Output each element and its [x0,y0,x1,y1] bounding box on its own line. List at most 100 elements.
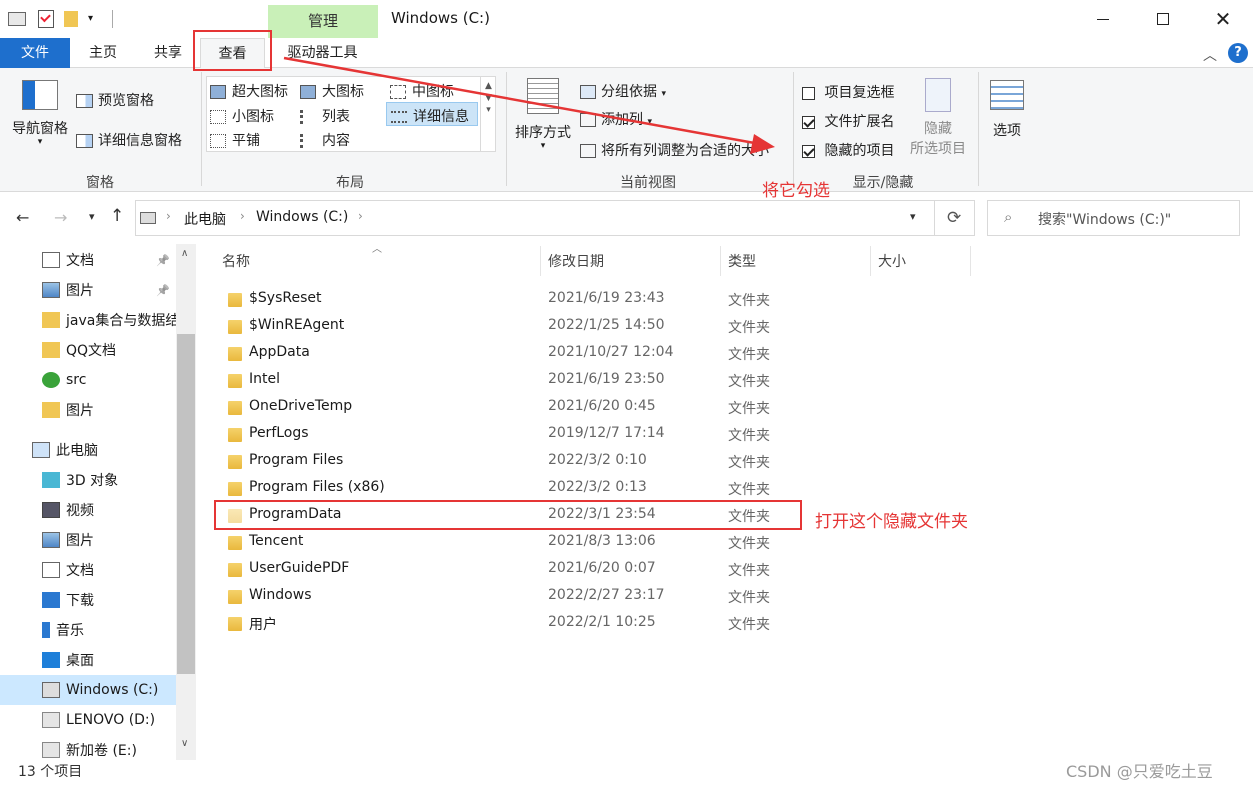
separator [112,10,113,28]
forward-button[interactable]: → [54,208,67,227]
new-folder-icon[interactable] [64,11,78,27]
nav-scrollbar-thumb[interactable] [177,334,195,674]
breadcrumb-this-pc[interactable]: 此电脑 [184,209,226,229]
nav-documents-pinned[interactable]: 文档 📌 [0,245,176,275]
nav-pictures-pc[interactable]: 图片 [0,525,176,555]
tab-home[interactable]: 主页 [78,38,128,68]
minimize-button[interactable] [1073,0,1133,38]
file-type: 文件夹 [728,617,770,633]
column-header-size[interactable]: 大小 [878,252,906,278]
table-row[interactable]: PerfLogs 2019/12/7 17:14 文件夹 [218,421,978,448]
file-modified: 2022/3/2 0:13 [548,479,647,495]
folder-icon [228,347,242,361]
preview-pane-button[interactable]: 预览窗格 [76,90,154,110]
close-icon: ✕ [1214,7,1232,31]
column-header-name[interactable]: 名称 [222,252,250,278]
back-button[interactable]: ← [16,208,29,227]
file-name: Tencent [249,533,304,549]
tab-share[interactable]: 共享 [143,38,193,68]
hide-selected-button[interactable]: 隐藏 所选项目 [906,78,970,158]
nav-pane-button[interactable]: 导航窗格 ▾ [10,76,70,147]
file-modified: 2022/2/1 10:25 [548,614,656,630]
group-label-panes: 窗格 [86,175,114,191]
file-modified: 2021/10/27 12:04 [548,344,674,360]
nav-3d-objects[interactable]: 3D 对象 [0,465,176,495]
table-row[interactable]: Program Files (x86) 2022/3/2 0:13 文件夹 [218,475,978,502]
table-row[interactable]: Intel 2021/6/19 23:50 文件夹 [218,367,978,394]
file-extensions-checkbox[interactable] [802,115,815,129]
search-input[interactable]: 搜索"Windows (C:)" [1038,209,1171,229]
table-row[interactable]: OneDriveTemp 2021/6/20 0:45 文件夹 [218,394,978,421]
breadcrumb-windows-c[interactable]: Windows (C:) [256,209,348,225]
hidden-items-toggle[interactable]: 隐藏的项目 [802,140,894,160]
hide-selected-icon [925,78,951,112]
minimize-icon [1097,18,1109,20]
table-row[interactable]: Windows 2022/2/27 23:17 文件夹 [218,583,978,610]
pin-icon[interactable]: 📌 [156,284,170,297]
maximize-button[interactable] [1133,0,1193,38]
help-icon[interactable]: ? [1228,43,1248,63]
nav-pictures-pinned[interactable]: 图片 📌 [0,275,176,305]
table-row[interactable]: 用户 2022/2/1 10:25 文件夹 [218,610,978,637]
layout-small-icons[interactable]: 小图标 [210,106,274,126]
nav-src[interactable]: src [0,365,176,395]
options-button[interactable]: 选项 [984,80,1030,140]
nav-videos[interactable]: 视频 [0,495,176,525]
options-icon [990,80,1024,110]
layout-tiles[interactable]: 平铺 [210,130,260,150]
search-box[interactable]: ⌕ 搜索"Windows (C:)" [987,200,1240,236]
item-count: 13 个项目 [18,764,83,780]
table-row[interactable]: $WinREAgent 2022/1/25 14:50 文件夹 [218,313,978,340]
file-extensions-toggle[interactable]: 文件扩展名 [802,111,894,131]
nav-windows-c[interactable]: Windows (C:) [0,675,176,705]
pin-icon[interactable]: 📌 [156,254,170,267]
nav-pictures[interactable]: 图片 [0,395,176,425]
table-row[interactable]: $SysReset 2021/6/19 23:43 文件夹 [218,286,978,313]
file-type: 文件夹 [728,590,770,606]
recent-locations-button[interactable]: ▾ [89,210,95,223]
folder-icon [228,536,242,550]
file-name: $WinREAgent [249,317,345,333]
folder-icon [228,428,242,442]
nav-documents-pc[interactable]: 文档 [0,555,176,585]
tab-file[interactable]: 文件 [0,38,70,68]
properties-icon[interactable] [38,10,54,28]
refresh-icon: ⟳ [947,208,962,228]
file-name: UserGuidePDF [249,560,350,576]
nav-java-folder[interactable]: java集合与数据结 [0,305,176,335]
column-header-modified[interactable]: 修改日期 [548,252,604,278]
refresh-button[interactable]: ⟳ [935,200,975,236]
nav-music[interactable]: 音乐 [0,615,176,645]
customize-quick-access-icon[interactable]: ▾ [88,14,98,24]
file-modified: 2022/1/25 14:50 [548,317,665,333]
address-history-dropdown[interactable]: ▾ [910,210,916,223]
address-bar[interactable]: › 此电脑 › Windows (C:) › ▾ [135,200,935,236]
file-type: 文件夹 [728,536,770,552]
drive-icon[interactable] [8,12,26,26]
file-modified: 2019/12/7 17:14 [548,425,665,441]
nav-lenovo-d[interactable]: LENOVO (D:) [0,705,176,735]
nav-desktop[interactable]: 桌面 [0,645,176,675]
item-checkboxes-checkbox[interactable] [802,86,815,100]
close-button[interactable]: ✕ [1193,0,1253,38]
search-icon: ⌕ [1004,208,1013,226]
table-row[interactable]: AppData 2021/10/27 12:04 文件夹 [218,340,978,367]
small-icons-icon [210,110,226,124]
table-row[interactable]: UserGuidePDF 2021/6/20 0:07 文件夹 [218,556,978,583]
collapse-ribbon-icon[interactable]: ︿ [1203,45,1217,65]
details-pane-button[interactable]: 详细信息窗格 [76,130,182,150]
table-row[interactable]: Program Files 2022/3/2 0:10 文件夹 [218,448,978,475]
item-checkboxes-toggle[interactable]: 项目复选框 [802,82,894,102]
hidden-items-checkbox[interactable] [802,144,815,158]
nav-downloads[interactable]: 下载 [0,585,176,615]
file-name: PerfLogs [249,425,309,441]
up-button[interactable]: ↑ [110,206,124,226]
table-row[interactable]: Tencent 2021/8/3 13:06 文件夹 [218,529,978,556]
context-tab-manage[interactable]: 管理 [268,5,378,38]
file-name: Program Files (x86) [249,479,385,495]
file-type: 文件夹 [728,563,770,579]
nav-qq-docs[interactable]: QQ文档 [0,335,176,365]
column-header-type[interactable]: 类型 [728,252,756,278]
file-modified: 2021/6/20 0:07 [548,560,656,576]
nav-this-pc[interactable]: 此电脑 [0,435,176,465]
